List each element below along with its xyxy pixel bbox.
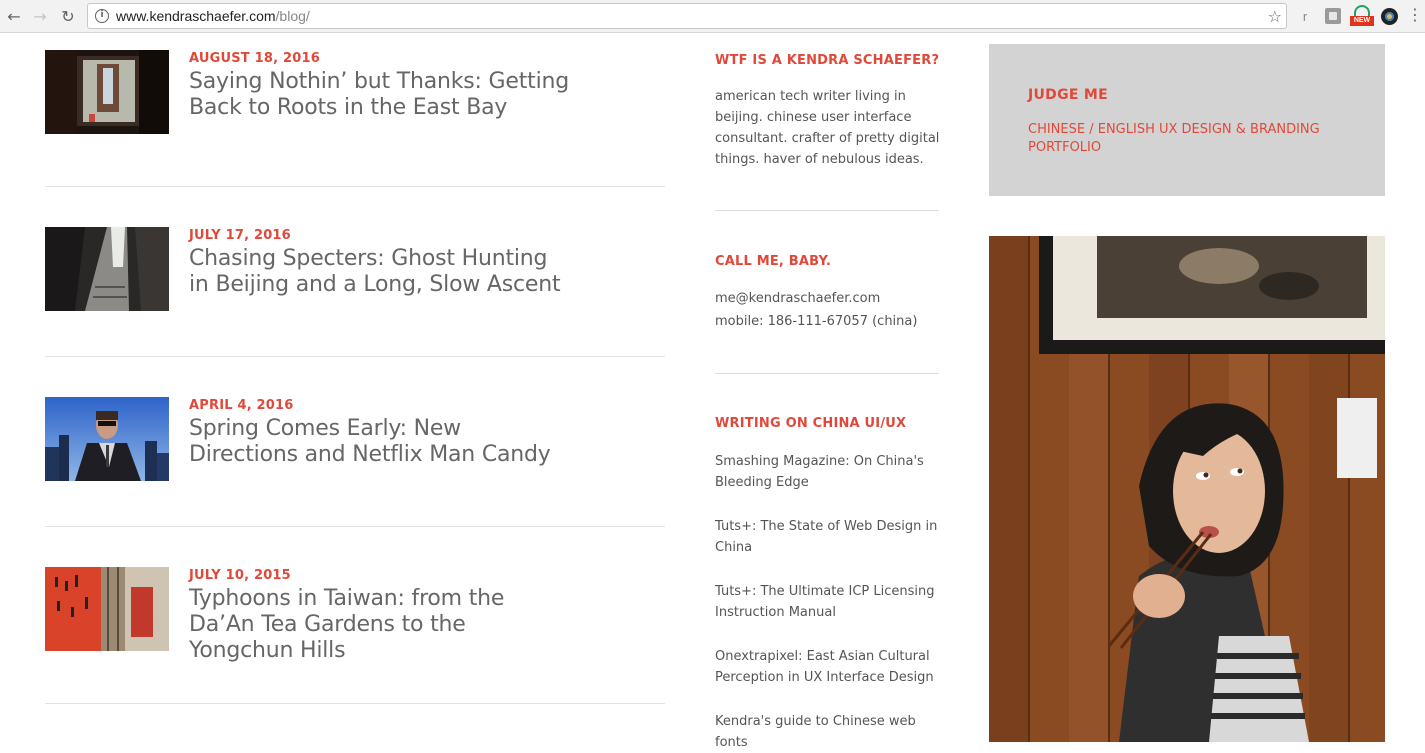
new-badge: NEW bbox=[1350, 16, 1374, 26]
menu-icon[interactable]: ⋮ bbox=[1407, 5, 1423, 25]
writing-heading: WRITING ON CHINA UI/UX bbox=[715, 416, 907, 431]
post-title-link[interactable]: Chasing Specters: Ghost Hunting in Beiji… bbox=[189, 246, 569, 298]
post-thumbnail[interactable] bbox=[45, 227, 169, 311]
contact-heading: CALL ME, BABY. bbox=[715, 254, 832, 269]
portfolio-panel: JUDGE ME CHINESE / ENGLISH UX DESIGN & B… bbox=[989, 44, 1385, 196]
writing-link[interactable]: Tuts+: The Ultimate ICP Licensing Instru… bbox=[715, 581, 941, 623]
about-text: american tech writer living in beijing. … bbox=[715, 89, 940, 167]
suited-man-photo-thumbnail bbox=[45, 397, 169, 481]
contact-email[interactable]: me@kendraschaefer.com bbox=[715, 288, 941, 309]
writing-link[interactable]: Smashing Magazine: On China's Bleeding E… bbox=[715, 451, 941, 493]
writing-link[interactable]: Onextrapixel: East Asian Cultural Percep… bbox=[715, 646, 941, 688]
post-date: APRIL 4, 2016 bbox=[189, 398, 294, 413]
about-heading: WTF IS A KENDRA SCHAEFER? bbox=[715, 53, 940, 68]
post-thumbnail[interactable] bbox=[45, 50, 169, 134]
url-host: www.kendraschaefer.com bbox=[116, 8, 276, 24]
extension-camera-icon[interactable] bbox=[1381, 8, 1398, 25]
post-date: AUGUST 18, 2016 bbox=[189, 51, 320, 66]
divider bbox=[715, 210, 939, 211]
author-portrait-image bbox=[989, 236, 1385, 742]
window-photo-thumbnail bbox=[45, 50, 169, 134]
portfolio-link[interactable]: CHINESE / ENGLISH UX DESIGN & BRANDING P… bbox=[1028, 121, 1348, 157]
divider bbox=[45, 356, 665, 357]
post-title-link[interactable]: Typhoons in Taiwan: from the Da’An Tea G… bbox=[189, 586, 569, 664]
extension-r-icon[interactable]: r bbox=[1297, 8, 1313, 24]
post-title-link[interactable]: Saying Nothin’ but Thanks: Getting Back … bbox=[189, 69, 569, 121]
star-icon[interactable]: ☆ bbox=[1268, 7, 1282, 26]
divider bbox=[715, 373, 939, 374]
back-arrow-icon[interactable]: ← bbox=[4, 6, 24, 26]
url-path: /blog/ bbox=[275, 8, 310, 24]
divider bbox=[45, 526, 665, 527]
url-text[interactable]: www.kendraschaefer.com/blog/ bbox=[116, 8, 310, 24]
stairwell-photo-thumbnail bbox=[45, 227, 169, 311]
reload-icon[interactable]: ↻ bbox=[58, 6, 78, 26]
author-photo bbox=[989, 236, 1385, 742]
divider bbox=[45, 186, 665, 187]
red-banners-photo-thumbnail bbox=[45, 567, 169, 651]
divider bbox=[45, 703, 665, 704]
writing-link[interactable]: Tuts+: The State of Web Design in China bbox=[715, 516, 941, 558]
post-date: JULY 17, 2016 bbox=[189, 228, 291, 243]
extension-pocket-icon[interactable] bbox=[1325, 8, 1341, 24]
post-date: JULY 10, 2015 bbox=[189, 568, 291, 583]
contact-mobile: mobile: 186-111-67057 (china) bbox=[715, 314, 918, 329]
info-icon[interactable]: i bbox=[95, 9, 109, 23]
forward-arrow-icon[interactable]: → bbox=[30, 6, 50, 26]
blog-page: AUGUST 18, 2016 Saying Nothin’ but Thank… bbox=[0, 34, 1425, 750]
post-thumbnail[interactable] bbox=[45, 567, 169, 651]
post-thumbnail[interactable] bbox=[45, 397, 169, 481]
portfolio-heading: JUDGE ME bbox=[1028, 87, 1109, 103]
post-title-link[interactable]: Spring Comes Early: New Directions and N… bbox=[189, 416, 569, 468]
browser-toolbar: ← → ↻ i www.kendraschaefer.com/blog/ ☆ r… bbox=[0, 0, 1425, 33]
extension-new-icon[interactable]: NEW bbox=[1350, 5, 1374, 27]
address-bar[interactable]: i www.kendraschaefer.com/blog/ ☆ bbox=[87, 3, 1287, 29]
writing-link[interactable]: Kendra's guide to Chinese web fonts bbox=[715, 711, 941, 753]
